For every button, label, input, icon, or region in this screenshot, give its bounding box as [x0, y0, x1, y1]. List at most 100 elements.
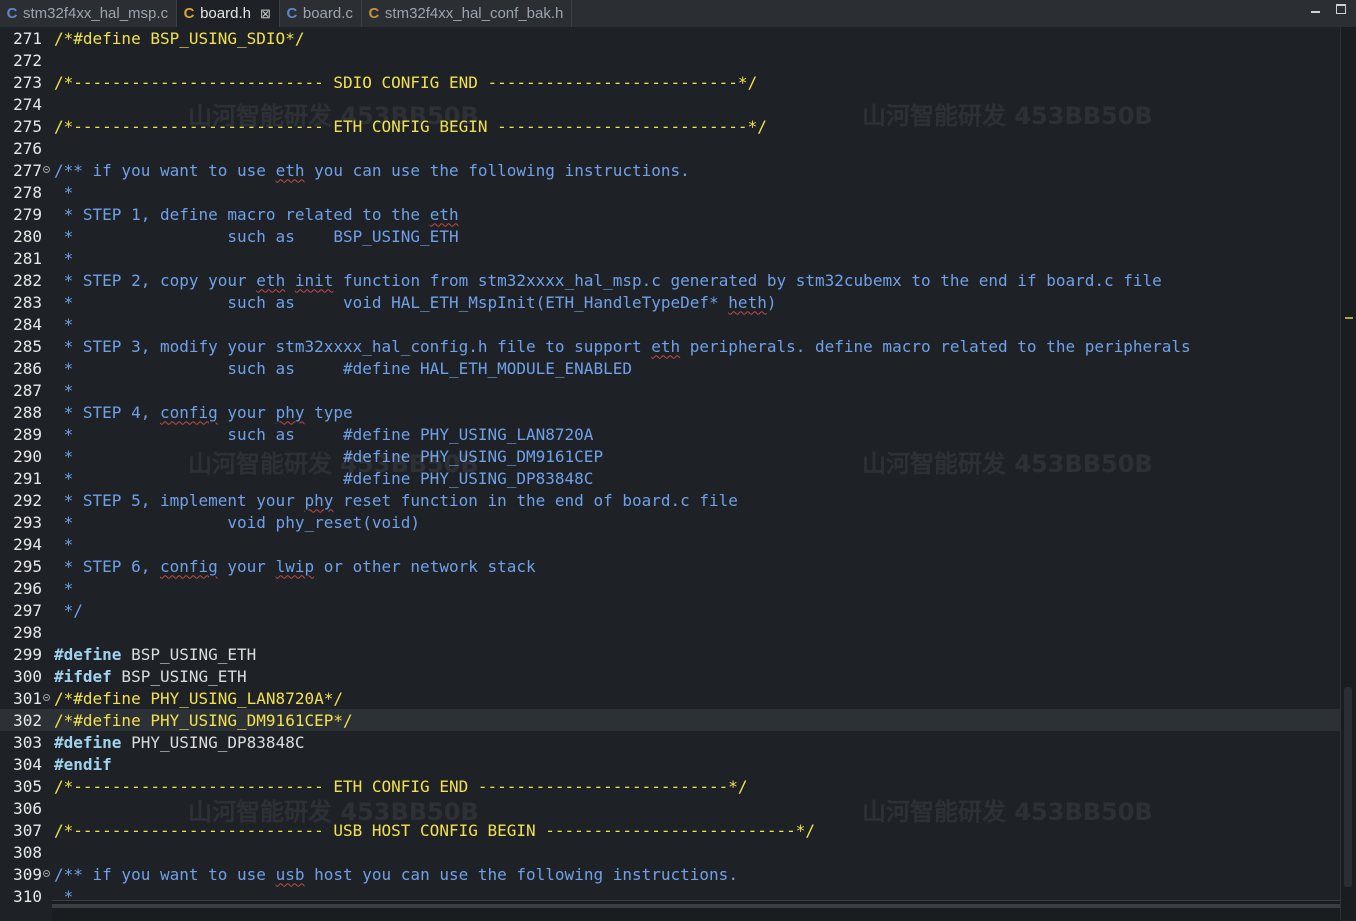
code-line[interactable]: 303 #define PHY_USING_DP83848C — [0, 731, 1340, 753]
code-line[interactable]: 284 * — [0, 313, 1340, 335]
code-text: * such as BSP_USING_ETH — [54, 227, 459, 246]
code-text: * — [54, 381, 74, 400]
c-file-icon: C — [6, 5, 18, 22]
collapse-icon[interactable] — [43, 870, 50, 877]
code-text: * STEP 2, copy your eth init function fr… — [54, 271, 1162, 290]
fold-gutter — [42, 49, 54, 71]
code-line[interactable]: 282 * STEP 2, copy your eth init functio… — [0, 269, 1340, 291]
tab-stm32f4xx-hal-msp-c[interactable]: C stm32f4xx_hal_msp.c — [0, 0, 178, 27]
fold-gutter — [42, 555, 54, 577]
code-line[interactable]: 293 * void phy_reset(void) — [0, 511, 1340, 533]
code-line[interactable]: 287 * — [0, 379, 1340, 401]
code-line[interactable]: 280 * such as BSP_USING_ETH — [0, 225, 1340, 247]
line-number: 284 — [13, 314, 42, 334]
code-text: * STEP 3, modify your stm32xxxx_hal_conf… — [54, 337, 1191, 356]
fold-gutter — [42, 863, 54, 885]
fold-gutter — [42, 291, 54, 313]
code-token: /** if you want to use — [54, 160, 276, 180]
fold-gutter — [42, 27, 54, 49]
line-number: 298 — [13, 622, 42, 642]
code-editor[interactable]: 271 /*#define BSP_USING_SDIO*/ 272 273 /*---… — [0, 27, 1340, 907]
fold-gutter — [42, 181, 54, 203]
code-line[interactable]: 275 /*-------------------------- ETH CONF… — [0, 115, 1340, 137]
code-line[interactable]: 271 /*#define BSP_USING_SDIO*/ — [0, 27, 1340, 49]
c-header-file-icon: C — [183, 5, 195, 22]
code-line[interactable]: 300 #ifdef BSP_USING_ETH — [0, 665, 1340, 687]
code-line[interactable]: 306 — [0, 797, 1340, 819]
editor-window-controls — [1308, 2, 1348, 16]
overview-marker[interactable] — [1345, 317, 1353, 319]
code-line[interactable]: 285 * STEP 3, modify your stm32xxxx_hal_… — [0, 335, 1340, 357]
code-line[interactable]: 290 * #define PHY_USING_DM9161CEP — [0, 445, 1340, 467]
code-line[interactable]: 295 * STEP 6, config your lwip or other … — [0, 555, 1340, 577]
code-token: * STEP 6, — [54, 556, 160, 576]
collapse-icon[interactable] — [43, 694, 50, 701]
fold-gutter — [42, 423, 54, 445]
code-token: /*-------------------------- ETH CONFIG … — [54, 776, 748, 796]
code-line[interactable]: 304 #endif — [0, 753, 1340, 775]
code-line[interactable]: 289 * such as #define PHY_USING_LAN8720A — [0, 423, 1340, 445]
code-token: reset function in the end of board.c fil… — [333, 490, 738, 510]
code-line[interactable]: 278 * — [0, 181, 1340, 203]
code-line[interactable]: 274 — [0, 93, 1340, 115]
code-line[interactable]: 283 * such as void HAL_ETH_MspInit(ETH_H… — [0, 291, 1340, 313]
code-line[interactable]: 298 — [0, 621, 1340, 643]
code-line[interactable]: 294 * — [0, 533, 1340, 555]
code-line[interactable]: 296 * — [0, 577, 1340, 599]
code-text: /** if you want to use eth you can use t… — [54, 161, 690, 180]
code-line[interactable]: 273 /*-------------------------- SDIO CON… — [0, 71, 1340, 93]
fold-gutter — [42, 93, 54, 115]
code-line[interactable]: 276 — [0, 137, 1340, 159]
close-tab-icon[interactable]: ⊠ — [260, 6, 271, 22]
code-line[interactable]: 291 * #define PHY_USING_DP83848C — [0, 467, 1340, 489]
line-number: 286 — [13, 358, 42, 378]
scrollbar-thumb[interactable] — [52, 904, 1340, 908]
code-text: * STEP 4, config your phy type — [54, 403, 353, 422]
fold-gutter — [42, 533, 54, 555]
code-line[interactable]: 281 * — [0, 247, 1340, 269]
code-token: type — [304, 402, 353, 422]
code-line[interactable]: 297 */ — [0, 599, 1340, 621]
fold-gutter — [42, 467, 54, 489]
code-line[interactable]: 305 /*-------------------------- ETH CONF… — [0, 775, 1340, 797]
line-number: 281 — [13, 248, 42, 268]
line-number: 292 — [13, 490, 42, 510]
spelling-warning-token: init — [294, 270, 334, 290]
code-token: * STEP 4, — [54, 402, 160, 422]
code-line[interactable]: 299 #define BSP_USING_ETH — [0, 643, 1340, 665]
code-token: #endif — [54, 754, 112, 774]
line-number: 303 — [13, 732, 42, 752]
code-line[interactable]: 307 /*-------------------------- USB HOST… — [0, 819, 1340, 841]
code-token: * void phy_reset(void) — [54, 512, 421, 532]
code-line[interactable]: 302 /*#define PHY_USING_DM9161CEP*/ — [0, 709, 1340, 731]
code-line[interactable]: 301 /*#define PHY_USING_LAN8720A*/ — [0, 687, 1340, 709]
line-number: 282 — [13, 270, 42, 290]
c-file-icon: C — [286, 5, 298, 22]
code-token: #define — [54, 644, 122, 664]
horizontal-scrollbar[interactable] — [52, 900, 1340, 921]
maximize-icon[interactable] — [1334, 2, 1348, 16]
tab-label: board.c — [302, 5, 353, 22]
code-line[interactable]: 288 * STEP 4, config your phy type — [0, 401, 1340, 423]
minimize-icon[interactable] — [1308, 2, 1322, 16]
code-line[interactable]: 292 * STEP 5, implement your phy reset f… — [0, 489, 1340, 511]
tab-stm32f4xx-hal-conf-bak-h[interactable]: C stm32f4xx_hal_conf_bak.h — [362, 0, 573, 27]
code-line[interactable]: 286 * such as #define HAL_ETH_MODULE_ENA… — [0, 357, 1340, 379]
tab-board-c[interactable]: C board.c — [280, 0, 362, 27]
line-number: 309 — [13, 864, 42, 884]
scrollbar-thumb[interactable] — [1344, 687, 1352, 887]
tab-board-h[interactable]: C board.h ⊠ — [177, 0, 280, 27]
code-line[interactable]: 272 — [0, 49, 1340, 71]
vertical-scrollbar[interactable] — [1340, 27, 1356, 920]
line-number: 287 — [13, 380, 42, 400]
code-token: #define — [54, 732, 122, 752]
code-line[interactable]: 309 /** if you want to use usb host you c… — [0, 863, 1340, 885]
collapse-icon[interactable] — [43, 166, 50, 173]
line-number: 307 — [13, 820, 42, 840]
code-line[interactable]: 308 — [0, 841, 1340, 863]
line-number: 276 — [13, 138, 42, 158]
line-number: 275 — [13, 116, 42, 136]
code-line[interactable]: 279 * STEP 1, define macro related to th… — [0, 203, 1340, 225]
code-line[interactable]: 277 /** if you want to use eth you can us… — [0, 159, 1340, 181]
code-token: * #define PHY_USING_DM9161CEP — [54, 446, 604, 466]
